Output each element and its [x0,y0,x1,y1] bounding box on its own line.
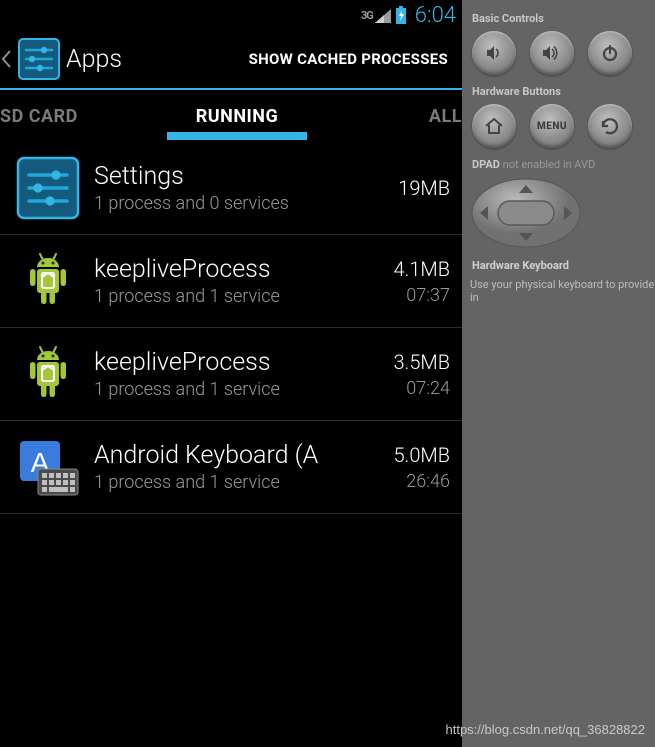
dpad-label: DPAD not enabled in AVD [472,158,655,171]
list-item-body: keepliveProcess 1 process and 1 service [94,255,358,307]
page-title: Apps [66,45,235,74]
app-size: 19MB [372,176,450,200]
app-title: Android Keyboard (A [94,441,358,470]
back-button[interactable] [588,104,632,148]
list-item[interactable]: keepliveProcess 1 process and 1 service … [0,328,462,421]
list-item[interactable]: Settings 1 process and 0 services 19MB [0,142,462,235]
app-subtitle: 1 process and 1 service [94,286,358,307]
list-item-body: Settings 1 process and 0 services [94,162,358,214]
back-caret-icon[interactable] [0,49,12,69]
home-button[interactable] [472,104,516,148]
list-item[interactable]: keepliveProcess 1 process and 1 service … [0,235,462,328]
app-size: 5.0MB [372,443,450,467]
tab-underline [167,132,307,140]
list-item-meta: 19MB [372,176,450,200]
app-title: keepliveProcess [94,348,358,377]
android-robot-icon [16,342,80,406]
hw-keyboard-label: Hardware Keyboard [472,259,655,272]
signal-icon [375,8,391,22]
list-item-body: keepliveProcess 1 process and 1 service [94,348,358,400]
app-time: 07:37 [372,285,450,306]
app-time: 07:24 [372,378,450,399]
android-robot-icon [16,249,80,313]
app-subtitle: 1 process and 1 service [94,472,358,493]
menu-button[interactable]: MENU [530,104,574,148]
running-apps-list: Settings 1 process and 0 services 19MB [0,142,462,747]
tab-all[interactable]: ALL [390,90,462,142]
app-size: 3.5MB [372,350,450,374]
emulator-panel: Basic Controls Hardware Buttons MENU DPA… [462,0,655,747]
status-bar: 3G 6:04 [0,0,462,30]
app-time: 26:46 [372,471,450,492]
hardware-buttons-label: Hardware Buttons [472,85,655,98]
app-title: keepliveProcess [94,255,358,284]
list-item-meta: 3.5MB 07:24 [372,350,450,399]
power-button[interactable] [588,31,632,75]
tab-running[interactable]: RUNNING [84,90,390,142]
volume-up-button[interactable] [530,31,574,75]
settings-app-icon[interactable] [18,38,60,80]
list-item-meta: 5.0MB 26:46 [372,443,450,492]
hw-keyboard-note: Use your physical keyboard to provide in [470,278,655,304]
list-item-meta: 4.1MB 07:37 [372,257,450,306]
battery-charging-icon [395,6,407,24]
clock: 6:04 [415,3,456,28]
watermark: https://blog.csdn.net/qq_36828822 [446,722,646,737]
app-size: 4.1MB [372,257,450,281]
basic-controls-label: Basic Controls [472,12,655,25]
tab-sd-card[interactable]: SD CARD [0,90,84,142]
list-item[interactable]: A Android Keyboard (A 1 process and 1 se… [0,421,462,514]
app-title: Settings [94,162,358,191]
app-subtitle: 1 process and 1 service [94,379,358,400]
action-bar: Apps SHOW CACHED PROCESSES [0,30,462,90]
network-indicator: 3G [361,9,373,22]
list-item-body: Android Keyboard (A 1 process and 1 serv… [94,441,358,493]
dpad [470,177,582,249]
show-cached-button[interactable]: SHOW CACHED PROCESSES [241,50,456,68]
volume-down-button[interactable] [472,31,516,75]
tab-bar: SD CARD RUNNING ALL [0,90,462,142]
settings-icon [16,156,80,220]
app-subtitle: 1 process and 0 services [94,193,358,214]
keyboard-app-icon: A [16,435,80,499]
phone-screen: 3G 6:04 Apps SHOW CACHED PROCESSES [0,0,462,747]
